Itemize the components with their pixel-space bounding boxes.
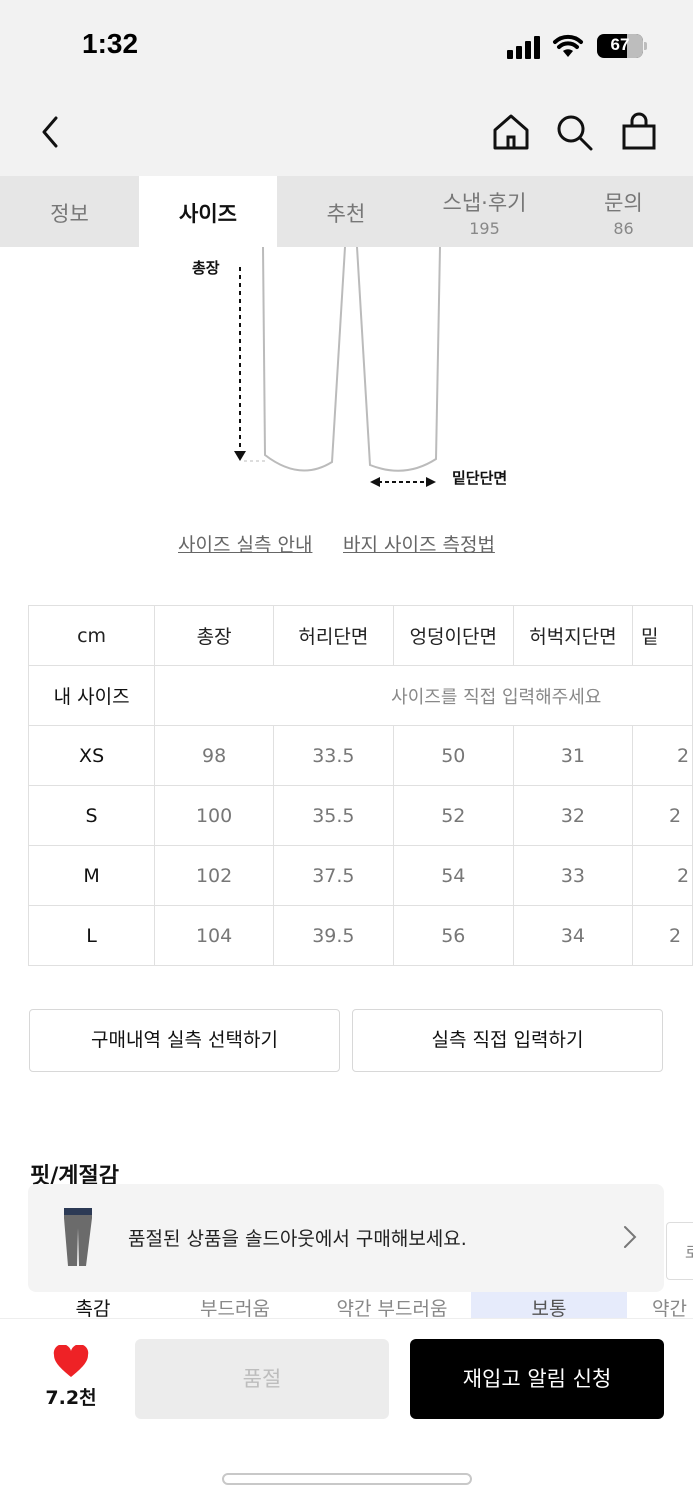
banner-text: 품절된 상품을 솔드아웃에서 구매해보세요. — [128, 1228, 467, 1250]
table-row: XS 98 33.5 50 31 2 — [27, 725, 693, 786]
size-cell: M — [27, 845, 156, 906]
product-size-page: 1:32 67 정보 사이즈 추천 스냅·후기 195 문의 86 총장 밑단단… — [0, 0, 693, 1500]
tab-label: 정보 — [50, 202, 89, 226]
fit-option[interactable]: 약간 — [628, 1290, 693, 1320]
table-cell: 33 — [512, 845, 634, 906]
table-cell: 34 — [512, 905, 634, 966]
pants-measure-link[interactable]: 바지 사이즈 측정법 — [343, 530, 495, 557]
direct-input-button[interactable]: 실측 직접 입력하기 — [352, 1009, 663, 1072]
table-header-cell: cm — [27, 605, 156, 666]
table-cell: 98 — [154, 725, 274, 786]
my-size-input[interactable]: 사이즈를 직접 입력해주세요 — [154, 665, 693, 726]
size-table: cm 총장 허리단면 엉덩이단면 허벅지단면 밑 내 사이즈 사이즈를 직접 입… — [27, 605, 693, 966]
tab-size[interactable]: 사이즈 — [139, 176, 277, 247]
select-from-history-button[interactable]: 구매내역 실측 선택하기 — [29, 1009, 340, 1072]
heart-icon — [53, 1345, 89, 1377]
table-cell: 56 — [392, 905, 514, 966]
tab-snap-review[interactable]: 스냅·후기 195 — [415, 176, 554, 247]
size-cell: XS — [27, 725, 156, 786]
table-cell: 100 — [154, 785, 274, 846]
like-button[interactable]: 7.2천 — [36, 1341, 106, 1410]
shopping-bag-icon[interactable] — [617, 110, 661, 154]
battery-level: 67 — [610, 35, 630, 54]
restock-alert-button[interactable]: 재입고 알림 신청 — [410, 1339, 664, 1419]
fit-option[interactable]: 약간 부드러움 — [314, 1290, 470, 1320]
side-chip[interactable]: 로 — [666, 1222, 693, 1280]
soldout-banner[interactable]: 품절된 상품을 솔드아웃에서 구매해보세요. — [28, 1184, 664, 1292]
tab-recommend[interactable]: 추천 — [277, 176, 415, 247]
size-guide-link[interactable]: 사이즈 실측 안내 — [178, 530, 312, 557]
table-cell: 37.5 — [273, 845, 394, 906]
table-row: M 102 37.5 54 33 2 — [27, 845, 693, 906]
tab-count: 86 — [613, 219, 634, 238]
tab-label: 문의 — [604, 191, 643, 215]
tab-count: 195 — [469, 219, 500, 238]
pants-illustration — [234, 247, 441, 487]
tab-inquiry[interactable]: 문의 86 — [554, 176, 693, 247]
chevron-right-icon — [624, 1226, 637, 1248]
my-size-row: 내 사이즈 사이즈를 직접 입력해주세요 — [27, 665, 693, 726]
tab-label: 사이즈 — [179, 202, 237, 226]
product-tabs: 정보 사이즈 추천 스냅·후기 195 문의 86 — [0, 176, 693, 247]
table-cell: 33.5 — [273, 725, 394, 786]
table-header-cell: 엉덩이단면 — [392, 605, 514, 666]
soldout-button: 품절 — [135, 1339, 389, 1419]
product-thumbnail — [50, 1204, 106, 1272]
battery-icon: 67 — [597, 34, 647, 58]
table-header-cell: 밑 — [632, 605, 693, 666]
table-header-cell: 총장 — [154, 605, 274, 666]
tab-label: 추천 — [326, 202, 366, 226]
hem-label: 밑단단면 — [452, 469, 508, 487]
home-indicator[interactable] — [222, 1473, 472, 1485]
fit-touch-row: 촉감 부드러움 약간 부드러움 보통 약간 — [0, 1290, 693, 1320]
my-size-label: 내 사이즈 — [27, 665, 156, 726]
size-guide-links: 사이즈 실측 안내 바지 사이즈 측정법 — [0, 530, 693, 564]
table-header-cell: 허리단면 — [273, 605, 394, 666]
table-cell: 2 — [632, 725, 693, 786]
wifi-icon — [553, 34, 583, 57]
table-cell: 32 — [512, 785, 634, 846]
table-cell: 50 — [392, 725, 514, 786]
home-icon[interactable] — [489, 110, 533, 154]
size-cell: S — [27, 785, 156, 846]
table-row: L 104 39.5 56 34 2 — [27, 905, 693, 966]
search-icon[interactable] — [552, 110, 596, 154]
size-cell: L — [27, 905, 156, 966]
table-cell: 102 — [154, 845, 274, 906]
table-row: S 100 35.5 52 32 2 — [27, 785, 693, 846]
pants-measurement-diagram: 총장 밑단단면 — [0, 247, 693, 507]
tab-label: 스냅·후기 — [442, 191, 527, 215]
table-cell: 2 — [632, 905, 693, 966]
length-label: 총장 — [192, 259, 220, 277]
status-time: 1:32 — [82, 28, 139, 59]
table-cell: 35.5 — [273, 785, 394, 846]
table-cell: 104 — [154, 905, 274, 966]
fit-row-label: 촉감 — [75, 1298, 111, 1320]
table-cell: 31 — [512, 725, 634, 786]
fit-option-selected[interactable]: 보통 — [471, 1290, 627, 1320]
table-cell: 39.5 — [273, 905, 394, 966]
fit-option[interactable]: 부드러움 — [157, 1290, 313, 1320]
status-bar: 1:32 67 — [0, 0, 693, 92]
cellular-signal-icon — [507, 35, 543, 59]
bottom-action-bar: 7.2천 품절 재입고 알림 신청 — [0, 1318, 693, 1500]
like-count: 7.2천 — [45, 1387, 97, 1409]
tab-info[interactable]: 정보 — [0, 176, 139, 247]
back-icon[interactable] — [30, 110, 74, 154]
table-cell: 2 — [632, 785, 693, 846]
nav-header — [0, 92, 693, 176]
table-header-row: cm 총장 허리단면 엉덩이단면 허벅지단면 밑 — [27, 605, 693, 666]
table-cell: 54 — [392, 845, 514, 906]
table-cell: 2 — [632, 845, 693, 906]
table-header-cell: 허벅지단면 — [512, 605, 634, 666]
table-cell: 52 — [392, 785, 514, 846]
